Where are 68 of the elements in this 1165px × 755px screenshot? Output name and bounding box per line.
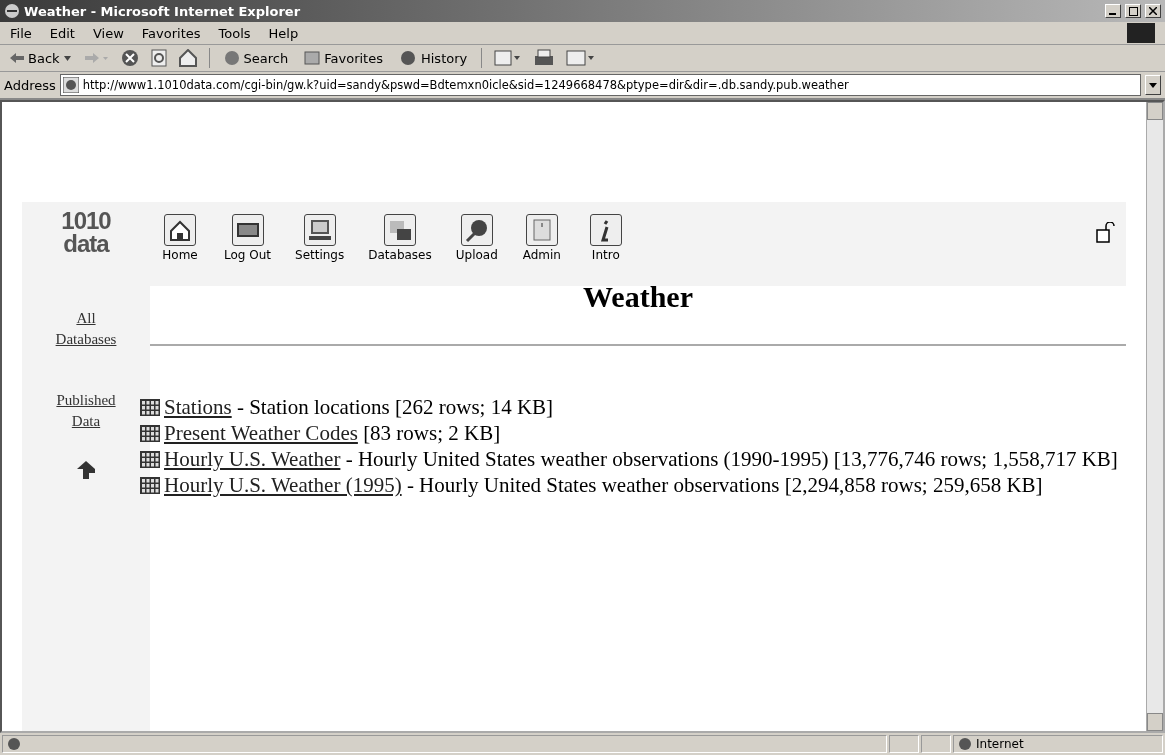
home-icon [164,214,196,246]
menu-item[interactable]: Edit [49,25,75,41]
table-entry: Hourly U.S. Weather - Hourly United States weather observations (1990-1995) [13,776,746 rows; 1,558,717 KB] [164,447,1118,471]
stop-icon[interactable] [120,49,139,67]
menu-item[interactable]: Help [268,25,299,41]
table-link[interactable]: Hourly U.S. Weather [164,447,341,471]
search-icon [223,50,240,66]
zone-label: Internet [976,737,1024,751]
nav-button[interactable]: Admin [521,214,562,262]
settings-icon [303,214,336,246]
close-icon [1149,7,1157,15]
home-icon[interactable] [178,49,197,67]
refresh-icon[interactable] [150,49,167,67]
upload-icon [460,214,493,246]
menu-item[interactable]: View [92,25,124,41]
menu-item[interactable]: Tools [218,25,251,41]
nav-button[interactable]: Home [160,214,200,262]
table-icon [140,425,160,442]
caret-icon [63,55,71,61]
admin-icon [525,214,558,246]
sidebar-link[interactable]: All Databases [55,307,117,350]
minimize-button[interactable] [1105,4,1121,18]
search-button[interactable]: Search [221,50,291,66]
maximize-button[interactable] [1125,4,1141,18]
page-heading: Weather [582,280,694,314]
intro-icon [589,214,622,246]
print-icon[interactable] [534,49,555,67]
browser-icon [4,3,20,19]
address-label: Address [4,77,56,93]
favorites-button[interactable]: Favorites [302,50,385,66]
table-link[interactable]: Hourly U.S. Weather (1995) [164,473,402,497]
table-link[interactable]: Present Weather Codes [164,421,358,445]
status-panel [889,735,919,753]
table-link[interactable]: Stations [164,395,232,419]
padlock-icon[interactable] [1096,222,1116,244]
up-arrow-icon[interactable] [76,459,96,480]
caret-icon [1149,82,1157,88]
window-title: Weather - Microsoft Internet Explorer [24,3,302,19]
table-entry: Present Weather Codes [83 rows; 2 KB] [164,421,501,445]
menu-item[interactable]: File [10,25,32,41]
menu-item[interactable]: Favorites [141,25,201,41]
nav-button[interactable]: Intro [585,214,626,262]
globe-icon [958,737,972,751]
maximize-icon [1128,6,1138,16]
close-button[interactable] [1145,4,1161,18]
table-icon [140,477,160,494]
nav-button[interactable]: Settings [295,214,345,262]
edit-icon[interactable] [566,49,597,67]
back-arrow-icon [10,53,24,63]
table-entry: Hourly U.S. Weather (1995) - Hourly United States weather observations [2,294,858 rows; 259,658 KB] [164,473,1043,497]
windows-logo-icon [1127,23,1155,43]
sidebar-link[interactable]: Published Data [56,389,116,432]
history-button[interactable]: History [396,50,470,66]
nav-button[interactable]: Upload [455,214,498,262]
table-icon [140,451,160,468]
mail-icon[interactable] [494,49,523,67]
nav-button[interactable]: Log Out [224,214,271,262]
logo: 1010 data [61,210,111,256]
status-panel [921,735,951,753]
address-field[interactable]: http://www1.1010data.com/cgi-bin/gw.k?uid=sandy&pswd=Bdtemxn0icle&sid=1249668478&ptype=dir&dir=.db.sandy.pub.weather [59,74,1141,96]
databases-icon [384,214,416,246]
nav-button[interactable]: Databases [368,214,432,262]
history-icon [398,50,417,66]
exit-icon [231,214,264,246]
table-entry: Stations - Station locations [262 rows; 14 KB] [164,395,554,419]
back-button[interactable]: Back [8,50,73,66]
dropdown-button[interactable] [1145,75,1161,95]
table-icon [140,399,160,416]
